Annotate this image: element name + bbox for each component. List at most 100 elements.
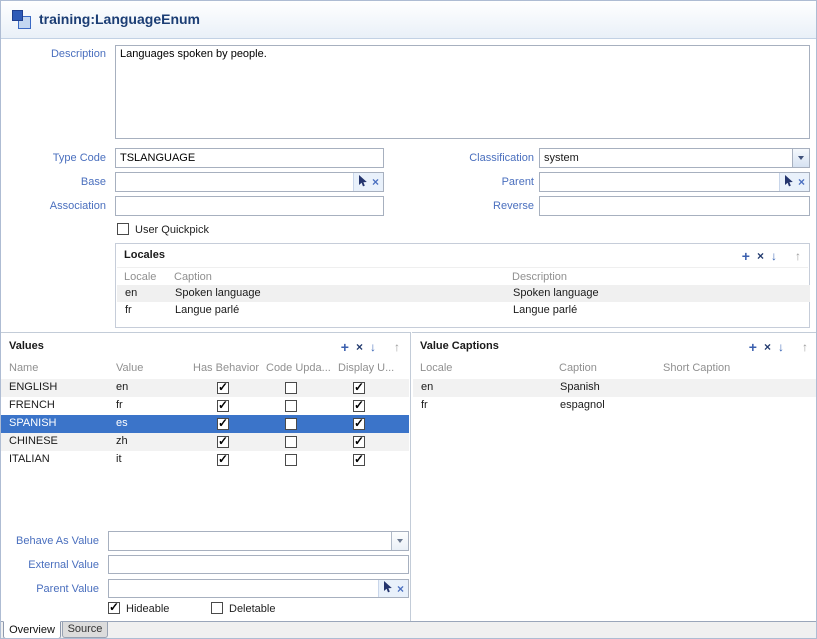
display-update-checkbox[interactable] (353, 382, 365, 394)
hideable-label: Hideable (126, 603, 169, 615)
enum-icon-front (12, 10, 23, 21)
value-cell: es (116, 417, 128, 429)
table-row[interactable]: fr espagnol (413, 397, 817, 415)
table-row[interactable]: en Spoken language Spoken language (117, 285, 810, 302)
add-icon[interactable]: + (742, 249, 750, 263)
name-cell: SPANISH (9, 417, 56, 429)
page-title: training:LanguageEnum (39, 11, 200, 27)
association-input[interactable] (115, 196, 384, 216)
move-down-icon[interactable]: ↓ (778, 341, 784, 353)
values-toolbar: + × ↓ ↑ (341, 340, 400, 354)
parent-input[interactable] (540, 173, 779, 191)
has-behavior-checkbox[interactable] (217, 436, 229, 448)
user-quickpick-checkbox[interactable] (117, 223, 129, 235)
code-update-checkbox[interactable] (285, 400, 297, 412)
table-row[interactable]: fr Langue parlé Langue parlé (117, 302, 810, 319)
value-cell: zh (116, 435, 128, 447)
parent-value-picker: × (378, 580, 408, 597)
description-input[interactable]: Languages spoken by people. (115, 45, 810, 139)
description-label: Description (1, 48, 111, 60)
triangle-glyph (798, 156, 804, 160)
display-update-checkbox[interactable] (353, 418, 365, 430)
locales-title: Locales (124, 249, 165, 261)
delete-icon[interactable]: × (757, 250, 764, 262)
behave-as-value-select[interactable] (108, 531, 409, 551)
lookup-cursor-icon[interactable] (358, 175, 368, 190)
move-down-icon[interactable]: ↓ (771, 250, 777, 262)
col-has-behavior: Has Behavior (193, 362, 259, 374)
hideable-checkbox[interactable] (108, 602, 120, 614)
enum-icon (11, 9, 33, 31)
add-icon[interactable]: + (341, 340, 349, 354)
base-label: Base (1, 176, 111, 188)
caption-cell: Spoken language (175, 287, 261, 299)
locale-cell: fr (125, 304, 132, 316)
dropdown-arrow-icon[interactable] (792, 149, 809, 167)
col-caption: Caption (174, 271, 212, 283)
lookup-cursor-icon[interactable] (784, 175, 794, 190)
col-short-caption: Short Caption (663, 362, 730, 374)
locale-cell: en (125, 287, 137, 299)
has-behavior-checkbox[interactable] (217, 454, 229, 466)
tab-source[interactable]: Source (62, 622, 108, 638)
table-row[interactable]: en Spanish (413, 379, 817, 397)
has-behavior-checkbox[interactable] (217, 400, 229, 412)
clear-icon[interactable]: × (372, 176, 379, 188)
table-row[interactable]: FRENCH fr (1, 397, 409, 415)
reverse-input[interactable] (539, 196, 810, 216)
display-update-checkbox[interactable] (353, 454, 365, 466)
code-update-checkbox[interactable] (285, 382, 297, 394)
move-down-icon[interactable]: ↓ (370, 341, 376, 353)
locale-cell: en (421, 381, 433, 393)
table-row[interactable]: ITALIAN it (1, 451, 409, 469)
col-locale: Locale (420, 362, 452, 374)
parent-value-label: Parent Value (1, 583, 104, 595)
external-value-input[interactable] (108, 555, 409, 574)
display-update-checkbox[interactable] (353, 436, 365, 448)
delete-icon[interactable]: × (764, 341, 771, 353)
association-label: Association (1, 200, 111, 212)
base-picker: × (353, 173, 383, 191)
parent-picker: × (779, 173, 809, 191)
deletable-checkbox[interactable] (211, 602, 223, 614)
behave-as-value-label: Behave As Value (1, 535, 104, 547)
parent-field: × (539, 172, 810, 192)
type-code-input[interactable] (115, 148, 384, 168)
name-cell: FRENCH (9, 399, 55, 411)
base-field: × (115, 172, 384, 192)
table-row[interactable]: CHINESE zh (1, 433, 409, 451)
table-row[interactable]: SPANISH es (1, 415, 409, 433)
code-update-checkbox[interactable] (285, 436, 297, 448)
move-up-icon[interactable]: ↑ (802, 341, 808, 353)
caption-cell: espagnol (560, 399, 605, 411)
dropdown-arrow-icon[interactable] (391, 532, 408, 550)
base-input[interactable] (116, 173, 353, 191)
clear-icon[interactable]: × (798, 176, 805, 188)
move-up-icon[interactable]: ↑ (394, 341, 400, 353)
type-code-label: Type Code (1, 152, 111, 164)
lookup-cursor-icon[interactable] (383, 581, 393, 596)
deletable-label: Deletable (229, 603, 275, 615)
classification-select[interactable]: system (539, 148, 810, 168)
has-behavior-checkbox[interactable] (217, 418, 229, 430)
add-icon[interactable]: + (749, 340, 757, 354)
triangle-glyph (397, 539, 403, 543)
tab-overview[interactable]: Overview (3, 621, 61, 639)
delete-icon[interactable]: × (356, 341, 363, 353)
value-captions-toolbar: + × ↓ ↑ (749, 340, 808, 354)
has-behavior-checkbox[interactable] (217, 382, 229, 394)
value-cell: it (116, 453, 122, 465)
parent-value-input[interactable] (109, 580, 378, 597)
clear-icon[interactable]: × (397, 583, 404, 595)
locales-group: Locales + × ↓ ↑ Locale Caption Descripti… (115, 243, 810, 328)
name-cell: ENGLISH (9, 381, 57, 393)
reverse-label: Reverse (429, 200, 539, 212)
code-update-checkbox[interactable] (285, 454, 297, 466)
table-row[interactable]: ENGLISH en (1, 379, 409, 397)
move-up-icon[interactable]: ↑ (795, 250, 801, 262)
parent-label: Parent (429, 176, 539, 188)
code-update-checkbox[interactable] (285, 418, 297, 430)
separator (117, 267, 808, 268)
name-cell: CHINESE (9, 435, 58, 447)
display-update-checkbox[interactable] (353, 400, 365, 412)
